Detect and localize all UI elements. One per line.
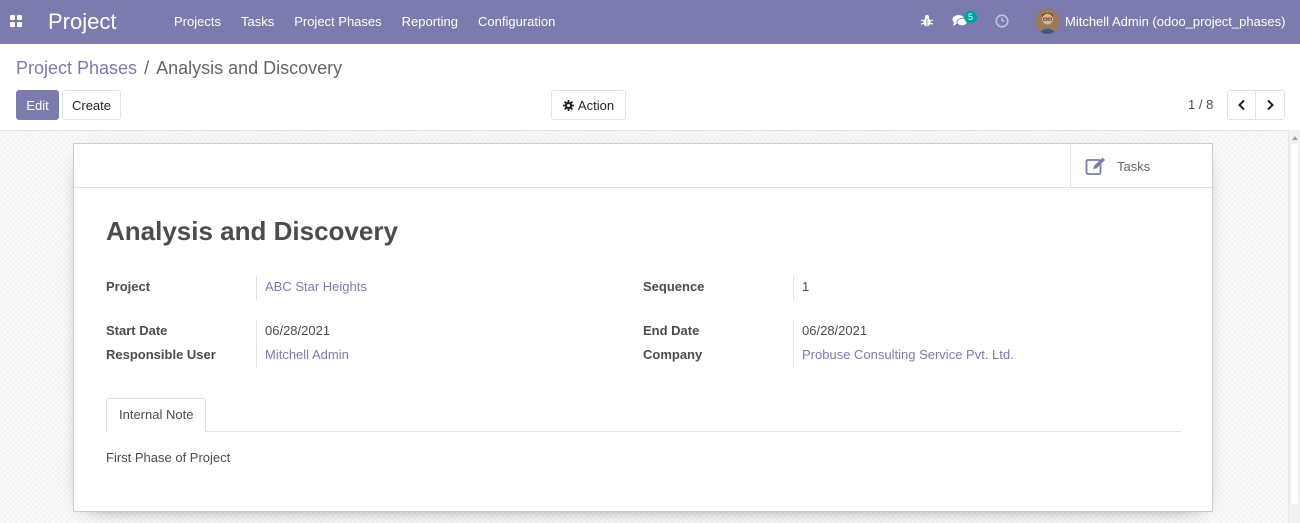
company-link[interactable]: Probuse Consulting Service Pvt. Ltd. — [802, 347, 1014, 362]
form-sheet: Tasks Analysis and Discovery Project ABC… — [73, 143, 1213, 512]
internal-note-content: First Phase of Project — [106, 450, 231, 465]
chat-count-badge: 5 — [964, 11, 977, 23]
apps-icon[interactable] — [10, 15, 22, 27]
tasks-smart-button[interactable]: Tasks — [1070, 144, 1212, 188]
app-brand[interactable]: Project — [48, 9, 116, 35]
field-divider — [256, 276, 257, 300]
end-date-value: 06/28/2021 — [802, 323, 868, 338]
breadcrumb-current: Analysis and Discovery — [156, 58, 343, 78]
menu-item-configuration[interactable]: Configuration — [468, 0, 565, 44]
pager-value[interactable]: 1 / 8 — [1188, 97, 1213, 112]
action-label: Action — [577, 97, 615, 113]
company-label: Company — [643, 347, 703, 362]
start-date-value: 06/28/2021 — [265, 323, 331, 338]
breadcrumb-separator: / — [144, 58, 150, 78]
tab-divider — [106, 431, 1181, 432]
top-navbar: Project Projects Tasks Project Phases Re… — [0, 0, 1300, 44]
end-date-label: End Date — [643, 323, 700, 338]
chevron-right-icon — [1267, 99, 1274, 111]
responsible-user-link[interactable]: Mitchell Admin — [265, 347, 349, 362]
field-divider — [793, 276, 794, 300]
pager-next-button[interactable] — [1255, 90, 1285, 120]
breadcrumb-parent-link[interactable]: Project Phases — [16, 58, 137, 79]
breadcrumb: Project Phases / Analysis and Discovery — [16, 58, 342, 79]
sequence-value: 1 — [802, 279, 810, 294]
pager-previous-button[interactable] — [1227, 90, 1256, 120]
clock-icon[interactable] — [995, 14, 1009, 28]
main-menu: Projects Tasks Project Phases Reporting … — [164, 0, 565, 44]
menu-item-projects[interactable]: Projects — [164, 0, 231, 44]
menu-item-project-phases[interactable]: Project Phases — [284, 0, 391, 44]
sequence-label: Sequence — [643, 279, 705, 294]
gear-icon — [562, 99, 574, 111]
tasks-label: Tasks — [1117, 158, 1151, 174]
menu-item-tasks[interactable]: Tasks — [231, 0, 284, 44]
edit-icon — [1085, 157, 1105, 175]
project-link[interactable]: ABC Star Heights — [265, 279, 367, 294]
user-menu[interactable]: Mitchell Admin (odoo_project_phases) — [1065, 14, 1285, 29]
bug-icon[interactable] — [920, 14, 934, 28]
menu-item-reporting[interactable]: Reporting — [392, 0, 468, 44]
scrollbar[interactable] — [1288, 130, 1300, 523]
scrollbar-thumb[interactable] — [1291, 144, 1298, 504]
avatar[interactable] — [1035, 9, 1060, 34]
action-button[interactable]: Action — [551, 90, 626, 120]
record-title: Analysis and Discovery — [106, 216, 398, 246]
chevron-left-icon — [1237, 99, 1245, 111]
field-divider — [793, 320, 794, 368]
responsible-user-label: Responsible User — [106, 347, 216, 362]
edit-button[interactable]: Edit — [16, 90, 59, 120]
create-button[interactable]: Create — [62, 90, 121, 120]
start-date-label: Start Date — [106, 323, 168, 338]
field-divider — [256, 320, 257, 368]
project-label: Project — [106, 279, 151, 294]
smart-button-box: Tasks — [74, 144, 1212, 188]
scroll-up-arrow[interactable] — [1292, 136, 1298, 140]
tab-internal-note[interactable]: Internal Note — [106, 398, 207, 432]
